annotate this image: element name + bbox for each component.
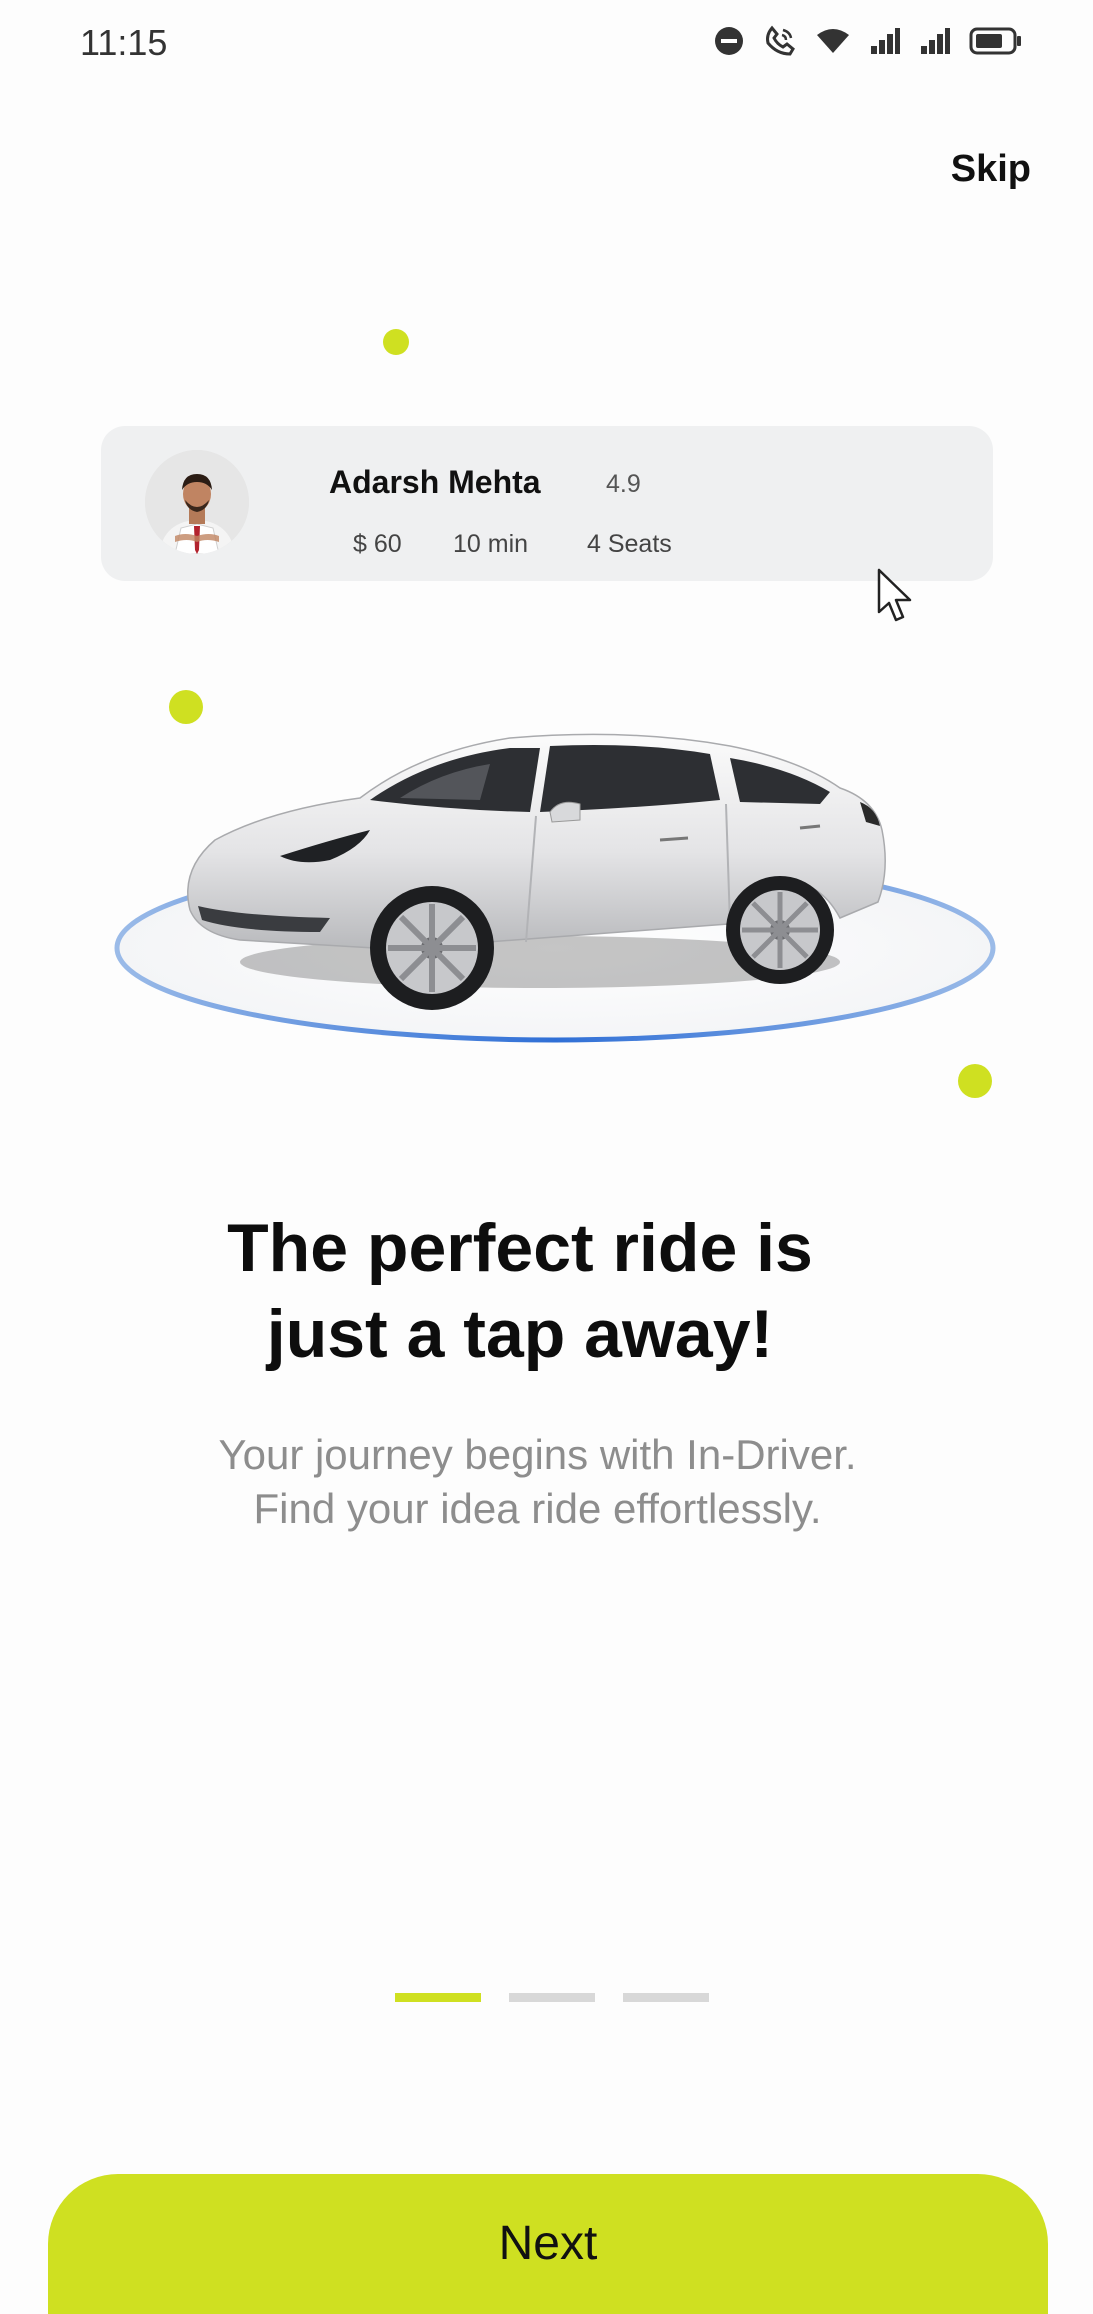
status-time: 11:15 (80, 22, 168, 63)
driver-rating: 4.9 (606, 470, 641, 498)
signal-icon (919, 26, 951, 56)
signal-icon (869, 26, 901, 56)
call-icon (763, 24, 797, 58)
car-illustration (40, 680, 1070, 1080)
ride-price: $ 60 (353, 530, 402, 558)
page-indicator (395, 1993, 709, 2002)
page-indicator-step[interactable] (509, 1993, 595, 2002)
battery-icon (969, 26, 1023, 56)
ride-eta: 10 min (453, 530, 529, 558)
driver-card[interactable]: Adarsh Mehta 4.9 $ 60 10 min 4 Seats (101, 426, 993, 581)
next-button[interactable]: Next (48, 2174, 1048, 2314)
subtitle-line-2: Find your idea ride effortlessly. (253, 1485, 822, 1532)
ride-seats: 4 Seats (587, 530, 672, 558)
wifi-icon (815, 25, 851, 57)
page-indicator-step[interactable] (623, 1993, 709, 2002)
do-not-disturb-icon (713, 25, 745, 57)
driver-name: Adarsh Mehta (329, 464, 541, 500)
subtitle-line-1: Your journey begins with In-Driver. (218, 1431, 857, 1478)
onboarding-subtitle: Your journey begins with In-Driver. Find… (0, 1428, 1075, 1536)
page-indicator-step[interactable] (395, 1993, 481, 2002)
mouse-cursor-icon (876, 568, 916, 629)
headline-line-1: The perfect ride is (227, 1210, 813, 1286)
headline-line-2: just a tap away! (266, 1296, 774, 1372)
onboarding-headline: The perfect ride is just a tap away! (0, 1205, 1040, 1377)
skip-button[interactable]: Skip (951, 148, 1031, 191)
status-icons (713, 24, 1023, 58)
driver-avatar (145, 450, 249, 554)
decorative-dot (383, 329, 409, 355)
status-bar: 11:15 (0, 0, 1093, 84)
